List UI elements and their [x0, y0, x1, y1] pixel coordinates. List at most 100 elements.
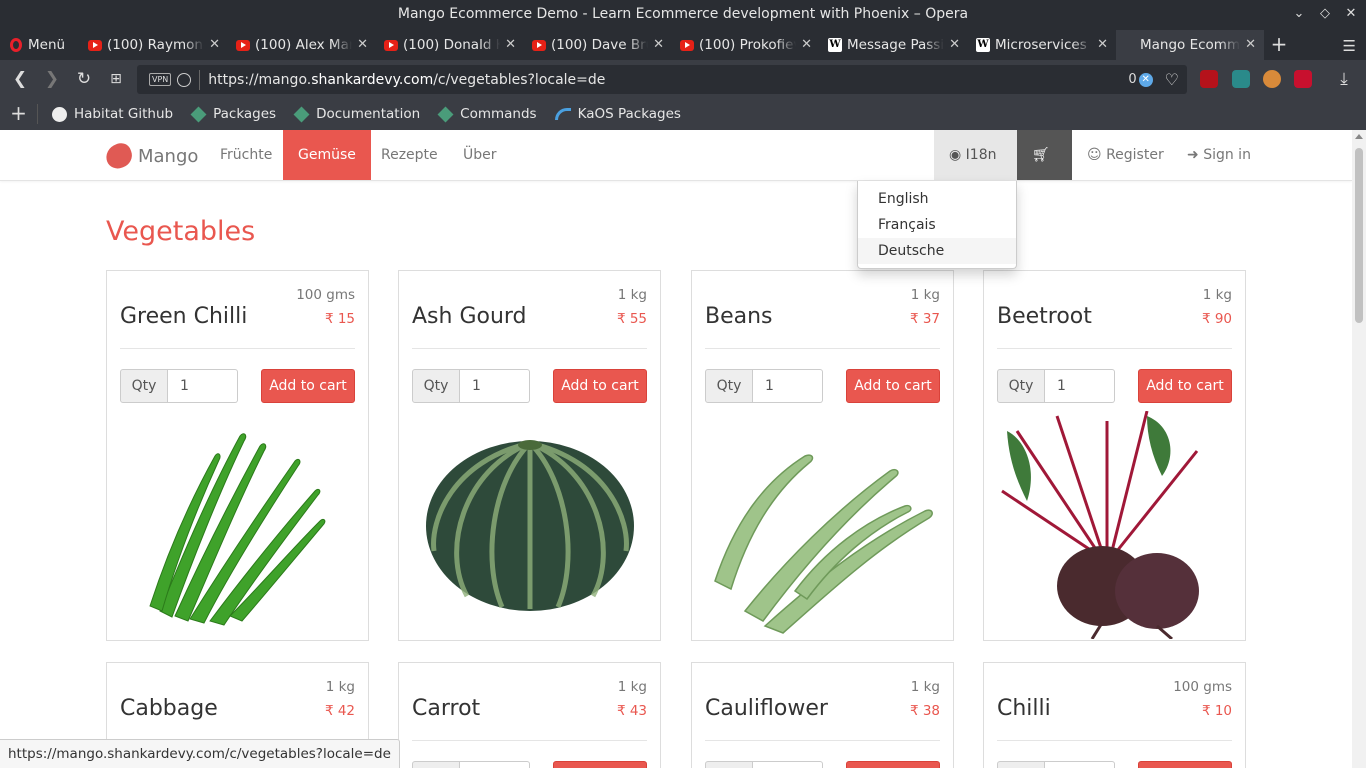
nav-about[interactable]: Über — [448, 130, 512, 180]
scroll-up-icon[interactable] — [1355, 134, 1363, 139]
bookmark-item[interactable]: Documentation — [293, 106, 420, 122]
browser-tab[interactable]: (100) Dave Brub ✕ — [524, 30, 672, 60]
locale-option-english[interactable]: English — [858, 186, 1016, 212]
browser-tab[interactable]: (100) Raymond ✕ — [80, 30, 228, 60]
close-tab-icon[interactable]: ✕ — [209, 37, 220, 52]
product-name[interactable]: Cauliflower — [705, 696, 828, 721]
product-unit: 1 kg — [617, 679, 647, 695]
divider — [997, 348, 1232, 349]
add-bookmark-icon[interactable]: + — [0, 103, 38, 124]
signin-link[interactable]: ➜ Sign in — [1172, 130, 1266, 180]
youtube-icon — [532, 39, 546, 51]
close-tab-icon[interactable]: ✕ — [653, 37, 664, 52]
locale-option-german[interactable]: Deutsche — [858, 238, 1016, 264]
close-window-icon[interactable]: ✕ — [1342, 0, 1360, 28]
browser-tab-active[interactable]: Mango Ecomme ✕ — [1116, 30, 1264, 60]
tab-menu-icon[interactable]: ☰ — [1343, 37, 1356, 55]
product-name[interactable]: Carrot — [412, 696, 480, 721]
close-tab-icon[interactable]: ✕ — [505, 37, 516, 52]
add-to-cart-button[interactable]: Add to cart — [1138, 369, 1232, 403]
qty-input[interactable]: 1 — [753, 761, 823, 768]
ublock-icon[interactable] — [1200, 70, 1218, 88]
brand-name: Mango — [138, 145, 199, 167]
qty-input[interactable]: 1 — [460, 761, 530, 768]
browser-tab[interactable]: (100) Prokofiev ✕ — [672, 30, 820, 60]
product-name[interactable]: Cabbage — [120, 696, 218, 721]
kaos-icon — [554, 108, 571, 120]
qty-input[interactable]: 1 — [168, 369, 238, 403]
extension-s-icon[interactable] — [1232, 70, 1250, 88]
product-name[interactable]: Chilli — [997, 696, 1051, 721]
scrollbar-thumb[interactable] — [1355, 148, 1363, 323]
url-text[interactable]: https://mango.shankardevy.com/c/vegetabl… — [208, 72, 1128, 88]
reload-icon[interactable]: ↻ — [68, 69, 100, 89]
qty-input[interactable]: 1 — [753, 369, 823, 403]
opera-menu-label: Menü — [28, 37, 66, 53]
product-name[interactable]: Beetroot — [997, 304, 1092, 329]
browser-tab[interactable]: (100) Donald Kr ✕ — [376, 30, 524, 60]
cart-icon: 🛒︎ — [1032, 147, 1050, 163]
tab-grid-icon[interactable]: ⊞ — [100, 71, 132, 87]
add-to-cart-button[interactable]: Add to cart — [1138, 761, 1232, 768]
tab-title: Message Passin — [847, 37, 944, 53]
extension-face-icon[interactable] — [1263, 70, 1281, 88]
locale-option-french[interactable]: Français — [858, 212, 1016, 238]
vpn-badge[interactable]: VPN — [149, 73, 172, 86]
close-tab-icon[interactable]: ✕ — [949, 37, 960, 52]
site-info-icon[interactable] — [177, 72, 192, 87]
locale-dropdown-menu: English Français Deutsche — [857, 181, 1017, 269]
bookmark-item[interactable]: Packages — [190, 106, 277, 122]
add-to-cart-button[interactable]: Add to cart — [553, 761, 647, 768]
i18n-dropdown-toggle[interactable]: ◉ I18n — [934, 130, 1017, 207]
nav-vegetables[interactable]: Gemüse — [283, 130, 371, 180]
close-tab-icon[interactable]: ✕ — [357, 37, 368, 52]
qty-input[interactable]: 1 — [460, 369, 530, 403]
download-icon[interactable]: ⤓ — [1328, 69, 1360, 89]
divider — [120, 348, 355, 349]
github-icon — [52, 106, 67, 122]
brand-link[interactable]: Mango — [102, 140, 199, 172]
nav-fruits[interactable]: Früchte — [205, 130, 287, 180]
product-image-green-chilli[interactable] — [120, 411, 355, 639]
tracker-blocker-badge[interactable]: 0 ✕ — [1128, 72, 1153, 87]
product-image-beetroot[interactable] — [997, 410, 1232, 641]
extension-red-icon[interactable] — [1294, 70, 1312, 88]
restore-icon[interactable]: ◇ — [1316, 0, 1334, 28]
register-link[interactable]: ☺ Register — [1072, 130, 1179, 180]
qty-input[interactable]: 1 — [1045, 369, 1115, 403]
browser-tab[interactable]: W Message Passin ✕ — [820, 30, 968, 60]
product-unit: 100 gms — [296, 287, 355, 303]
page-scrollbar[interactable] — [1352, 130, 1366, 768]
product-image-ash-gourd[interactable] — [412, 411, 647, 639]
browser-tab[interactable]: (100) Alex Marte ✕ — [228, 30, 376, 60]
add-to-cart-button[interactable]: Add to cart — [846, 369, 940, 403]
product-name[interactable]: Beans — [705, 304, 773, 329]
new-tab-button[interactable]: + — [1264, 30, 1294, 60]
minimize-icon[interactable]: ⌄ — [1290, 0, 1308, 28]
cart-button[interactable]: 🛒︎ 4 — [1017, 130, 1072, 213]
forward-icon[interactable]: ❯ — [36, 69, 68, 89]
bookmark-item[interactable]: KaOS Packages — [554, 106, 681, 122]
i18n-label: I18n — [965, 147, 997, 163]
product-image-beans[interactable] — [705, 411, 940, 639]
close-tab-icon[interactable]: ✕ — [1097, 37, 1108, 52]
browser-tab[interactable]: W Microservices – ✕ — [968, 30, 1116, 60]
nav-recipes[interactable]: Rezepte — [366, 130, 453, 180]
bookmark-heart-icon[interactable]: ♡ — [1165, 70, 1179, 89]
bookmark-item[interactable]: Habitat Github — [52, 106, 173, 122]
opera-menu-button[interactable]: Menü — [0, 30, 80, 60]
url-bar[interactable]: VPN https://mango.shankardevy.com/c/vege… — [137, 65, 1187, 94]
product-name[interactable]: Green Chilli — [120, 304, 247, 329]
close-tab-icon[interactable]: ✕ — [1245, 37, 1256, 52]
add-to-cart-button[interactable]: Add to cart — [846, 761, 940, 768]
qty-input[interactable]: 1 — [1045, 761, 1115, 768]
add-to-cart-button[interactable]: Add to cart — [261, 369, 355, 403]
bookmark-item[interactable]: Commands — [437, 106, 537, 122]
close-tab-icon[interactable]: ✕ — [801, 37, 812, 52]
add-to-cart-button[interactable]: Add to cart — [553, 369, 647, 403]
back-icon[interactable]: ❮ — [4, 69, 36, 89]
youtube-icon — [88, 39, 102, 51]
product-name[interactable]: Ash Gourd — [412, 304, 527, 329]
qty-group: Qty 1 — [705, 761, 823, 768]
bookmark-label: Packages — [213, 106, 277, 122]
